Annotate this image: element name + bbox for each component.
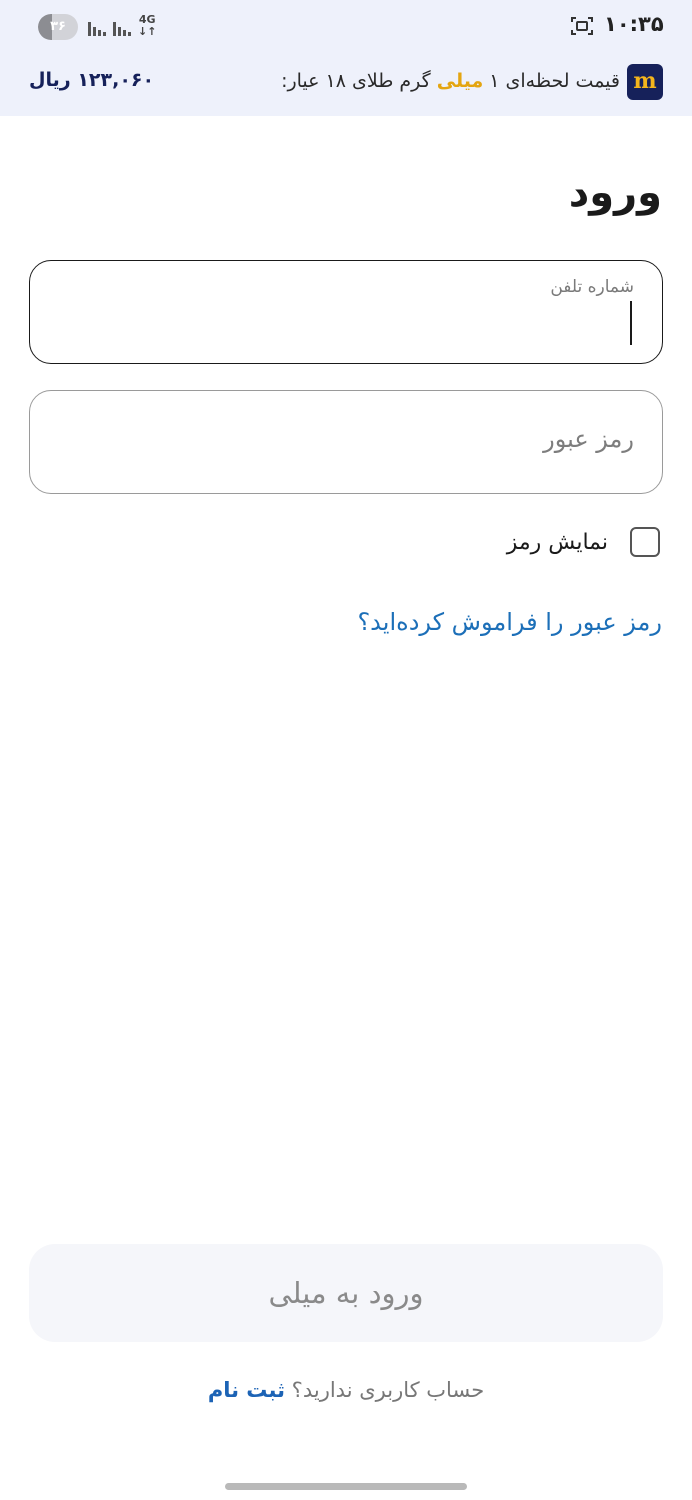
signup-prompt: حساب کاربری ندارید؟ (285, 1378, 485, 1402)
clock: ۱۰:۳۵ (604, 12, 664, 36)
forgot-password-link[interactable]: رمز عبور را فراموش کرده‌اید؟ (357, 608, 662, 636)
battery-icon: ۳۶ (38, 14, 78, 40)
home-indicator[interactable] (225, 1483, 467, 1490)
signal-icon (113, 18, 131, 36)
show-password-toggle[interactable]: نمایش رمز (507, 524, 660, 560)
price-banner: m قیمت لحظه‌ای ۱ میلی گرم طلای ۱۸ عیار: … (0, 52, 692, 116)
password-field[interactable]: رمز عبور (29, 390, 663, 494)
show-password-checkbox[interactable] (630, 527, 660, 557)
signup-row: حساب کاربری ندارید؟ ثبت نام (0, 1378, 692, 1402)
price-value: ۱۲۳,۰۶۰ ریال (29, 69, 155, 91)
screenshot-icon (571, 17, 593, 35)
status-bar: ۳۶ 4G ↓↑ ۱۰:۳۵ (0, 0, 692, 52)
network-type: 4G ↓↑ (138, 13, 157, 38)
show-password-label: نمایش رمز (506, 529, 608, 555)
signup-link[interactable]: ثبت نام (208, 1378, 285, 1402)
phone-field[interactable]: شماره تلفن (29, 260, 663, 364)
signal-icon (88, 18, 106, 36)
page-title: ورود (568, 170, 662, 216)
brand-name: میلی (436, 70, 484, 92)
battery-level: ۳۶ (50, 19, 66, 34)
login-button[interactable]: ورود به میلی (29, 1244, 663, 1342)
price-label: قیمت لحظه‌ای ۱ میلی گرم طلای ۱۸ عیار: (281, 70, 620, 92)
brand-logo: m (627, 64, 663, 100)
